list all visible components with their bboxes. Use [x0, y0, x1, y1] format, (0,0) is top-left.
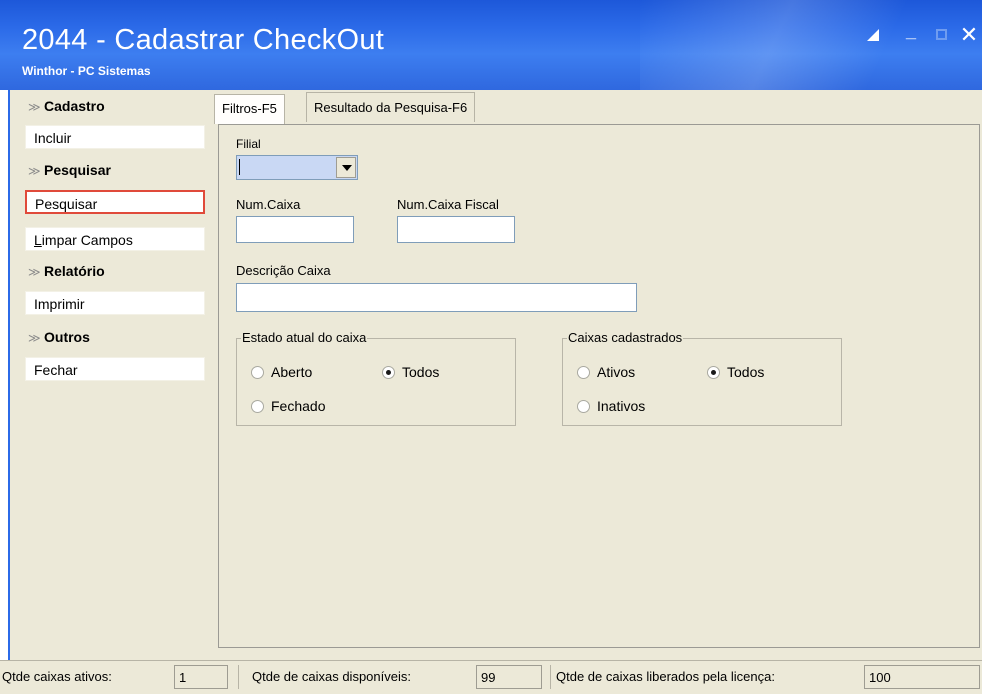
- app-window: 2044 - Cadastrar CheckOut Winthor - PC S…: [0, 0, 982, 694]
- radio-cadastrados-todos[interactable]: Todos: [707, 364, 764, 380]
- num-caixa-label: Num.Caixa: [236, 197, 301, 212]
- sidebar-item-label: impar Campos: [41, 232, 133, 248]
- status-ativos-value: 1: [174, 665, 228, 689]
- num-caixa-fiscal-input[interactable]: [397, 216, 515, 243]
- chevron-down-icon[interactable]: [336, 157, 356, 178]
- chevron-collapse-icon: ≫: [28, 100, 41, 114]
- caixas-cadastrados-legend: Caixas cadastrados: [567, 330, 684, 346]
- section-label: Outros: [44, 329, 90, 345]
- radio-label: Todos: [402, 364, 440, 380]
- num-caixa-fiscal-label: Num.Caixa Fiscal: [397, 197, 499, 212]
- status-ativos-label: Qtde caixas ativos:: [2, 669, 112, 684]
- filial-label: Filial: [236, 137, 261, 151]
- radio-unchecked-icon: [577, 400, 590, 413]
- status-disponiveis-label: Qtde de caixas disponíveis:: [252, 669, 411, 684]
- radio-label: Todos: [727, 364, 765, 380]
- close-icon[interactable]: ✕: [958, 24, 980, 46]
- sidebar-item-imprimir[interactable]: Imprimir: [25, 291, 205, 315]
- radio-unchecked-icon: [251, 400, 264, 413]
- sidebar-section-relatorio[interactable]: ≫ Relatório: [20, 259, 214, 283]
- radio-ativos[interactable]: Ativos: [577, 364, 635, 380]
- accelerator-letter: L: [34, 232, 42, 248]
- sidebar-item-incluir[interactable]: Incluir: [25, 125, 205, 149]
- radio-checked-icon: [707, 366, 720, 379]
- status-divider: [238, 665, 239, 689]
- radio-label: Aberto: [271, 364, 313, 380]
- descricao-caixa-label: Descrição Caixa: [236, 263, 331, 278]
- estado-caixa-legend: Estado atual do caixa: [241, 330, 368, 346]
- status-disponiveis-value: 99: [476, 665, 542, 689]
- section-label: Relatório: [44, 263, 105, 279]
- tab-filtros[interactable]: Filtros-F5: [214, 94, 285, 124]
- radio-label: Ativos: [597, 364, 636, 380]
- radio-inativos[interactable]: Inativos: [577, 398, 645, 414]
- radio-aberto[interactable]: Aberto: [251, 364, 312, 380]
- window-title: 2044 - Cadastrar CheckOut: [22, 24, 385, 56]
- filial-combobox[interactable]: [236, 155, 358, 180]
- maximize-icon[interactable]: [930, 24, 952, 46]
- num-caixa-input[interactable]: [236, 216, 354, 243]
- status-divider: [550, 665, 551, 689]
- minimize-icon[interactable]: _: [900, 22, 922, 46]
- chevron-collapse-icon: ≫: [28, 331, 41, 345]
- sidebar: ≫ Cadastro Incluir ≫ Pesquisar Pesquisar L…: [20, 92, 214, 652]
- title-bar[interactable]: 2044 - Cadastrar CheckOut Winthor - PC S…: [0, 0, 982, 90]
- radio-label: Inativos: [597, 398, 646, 414]
- chevron-collapse-icon: ≫: [28, 265, 41, 279]
- radio-checked-icon: [382, 366, 395, 379]
- sidebar-section-outros[interactable]: ≫ Outros: [20, 325, 214, 349]
- status-liberados-label: Qtde de caixas liberados pela licença:: [556, 669, 775, 684]
- section-label: Cadastro: [44, 98, 105, 114]
- radio-unchecked-icon: [251, 366, 264, 379]
- sidebar-section-cadastro[interactable]: ≫ Cadastro: [20, 94, 214, 118]
- status-liberados-value: 100: [864, 665, 980, 689]
- status-bar: Qtde caixas ativos: 1 Qtde de caixas dis…: [0, 660, 982, 694]
- radio-fechado[interactable]: Fechado: [251, 398, 325, 414]
- chevron-collapse-icon: ≫: [28, 164, 41, 178]
- sidebar-section-pesquisar[interactable]: ≫ Pesquisar: [20, 158, 214, 182]
- restore-icon[interactable]: [862, 24, 884, 46]
- text-caret: [239, 159, 240, 175]
- sidebar-item-pesquisar[interactable]: Pesquisar: [25, 190, 205, 214]
- sidebar-item-limpar-campos[interactable]: Limpar Campos: [25, 227, 205, 251]
- tab-resultado-pesquisa[interactable]: Resultado da Pesquisa-F6: [306, 92, 476, 122]
- descricao-caixa-input[interactable]: [236, 283, 637, 312]
- section-label: Pesquisar: [44, 162, 111, 178]
- radio-unchecked-icon: [577, 366, 590, 379]
- sidebar-item-fechar[interactable]: Fechar: [25, 357, 205, 381]
- window-subtitle: Winthor - PC Sistemas: [22, 64, 151, 78]
- radio-estado-todos[interactable]: Todos: [382, 364, 439, 380]
- radio-label: Fechado: [271, 398, 326, 414]
